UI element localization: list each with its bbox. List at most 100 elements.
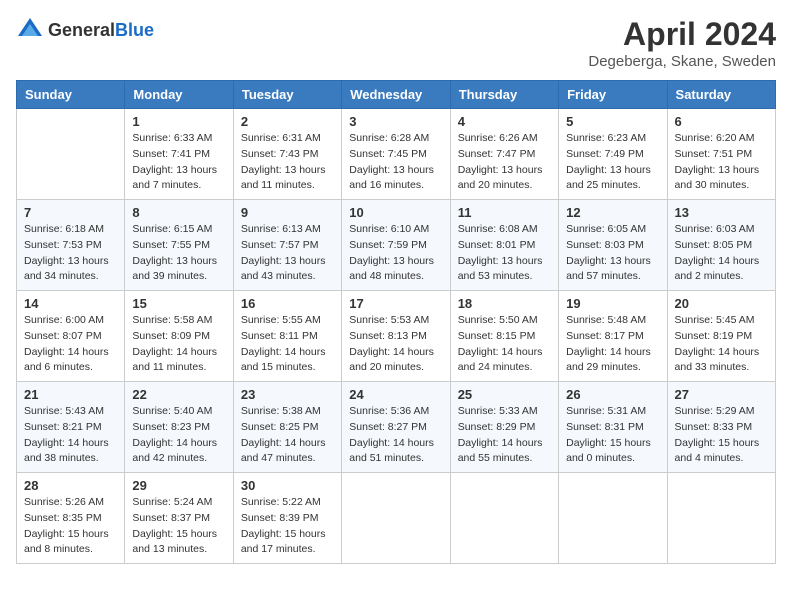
calendar-cell [559, 473, 667, 564]
day-number: 27 [675, 387, 768, 402]
day-info: Sunrise: 5:31 AM Sunset: 8:31 PM Dayligh… [566, 404, 659, 467]
weekday-header-wednesday: Wednesday [342, 81, 450, 109]
day-number: 29 [132, 478, 225, 493]
day-number: 7 [24, 205, 117, 220]
day-info: Sunrise: 5:58 AM Sunset: 8:09 PM Dayligh… [132, 313, 225, 376]
calendar-cell: 29 Sunrise: 5:24 AM Sunset: 8:37 PM Dayli… [125, 473, 233, 564]
day-info: Sunrise: 6:03 AM Sunset: 8:05 PM Dayligh… [675, 222, 768, 285]
day-info: Sunrise: 5:33 AM Sunset: 8:29 PM Dayligh… [458, 404, 551, 467]
logo: GeneralBlue [16, 16, 154, 44]
day-info: Sunrise: 6:23 AM Sunset: 7:49 PM Dayligh… [566, 131, 659, 194]
calendar-cell: 1 Sunrise: 6:33 AM Sunset: 7:41 PM Daylig… [125, 109, 233, 200]
calendar-cell: 30 Sunrise: 5:22 AM Sunset: 8:39 PM Dayli… [233, 473, 341, 564]
calendar-cell: 3 Sunrise: 6:28 AM Sunset: 7:45 PM Daylig… [342, 109, 450, 200]
day-number: 17 [349, 296, 442, 311]
day-number: 5 [566, 114, 659, 129]
calendar-header: SundayMondayTuesdayWednesdayThursdayFrid… [17, 81, 776, 109]
calendar-week-row: 1 Sunrise: 6:33 AM Sunset: 7:41 PM Daylig… [17, 109, 776, 200]
day-info: Sunrise: 6:18 AM Sunset: 7:53 PM Dayligh… [24, 222, 117, 285]
day-info: Sunrise: 5:22 AM Sunset: 8:39 PM Dayligh… [241, 495, 334, 558]
weekday-header-tuesday: Tuesday [233, 81, 341, 109]
day-info: Sunrise: 6:13 AM Sunset: 7:57 PM Dayligh… [241, 222, 334, 285]
calendar-cell [17, 109, 125, 200]
calendar-cell: 12Sunrise: 6:05 AM Sunset: 8:03 PM Dayli… [559, 200, 667, 291]
day-info: Sunrise: 5:36 AM Sunset: 8:27 PM Dayligh… [349, 404, 442, 467]
day-info: Sunrise: 6:33 AM Sunset: 7:41 PM Dayligh… [132, 131, 225, 194]
day-number: 15 [132, 296, 225, 311]
calendar-cell: 10 Sunrise: 6:10 AM Sunset: 7:59 PM Dayli… [342, 200, 450, 291]
calendar-cell [342, 473, 450, 564]
calendar-cell: 25 Sunrise: 5:33 AM Sunset: 8:29 PM Dayli… [450, 382, 558, 473]
day-info: Sunrise: 5:38 AM Sunset: 8:25 PM Dayligh… [241, 404, 334, 467]
logo-blue-text: Blue [115, 20, 154, 40]
calendar-cell: 14Sunrise: 6:00 AM Sunset: 8:07 PM Dayli… [17, 291, 125, 382]
day-number: 30 [241, 478, 334, 493]
day-number: 4 [458, 114, 551, 129]
day-number: 24 [349, 387, 442, 402]
day-number: 11 [458, 205, 551, 220]
day-number: 21 [24, 387, 117, 402]
logo-icon [16, 16, 44, 44]
day-info: Sunrise: 5:29 AM Sunset: 8:33 PM Dayligh… [675, 404, 768, 467]
weekday-header-saturday: Saturday [667, 81, 775, 109]
weekday-header-thursday: Thursday [450, 81, 558, 109]
calendar-cell: 18Sunrise: 5:50 AM Sunset: 8:15 PM Dayli… [450, 291, 558, 382]
calendar-cell: 5 Sunrise: 6:23 AM Sunset: 7:49 PM Daylig… [559, 109, 667, 200]
day-number: 20 [675, 296, 768, 311]
calendar-cell: 26 Sunrise: 5:31 AM Sunset: 8:31 PM Dayli… [559, 382, 667, 473]
day-number: 8 [132, 205, 225, 220]
day-info: Sunrise: 6:26 AM Sunset: 7:47 PM Dayligh… [458, 131, 551, 194]
title-block: April 2024 Degeberga, Skane, Sweden [588, 16, 776, 70]
calendar-cell: 17 Sunrise: 5:53 AM Sunset: 8:13 PM Dayli… [342, 291, 450, 382]
day-number: 3 [349, 114, 442, 129]
day-info: Sunrise: 5:48 AM Sunset: 8:17 PM Dayligh… [566, 313, 659, 376]
day-number: 9 [241, 205, 334, 220]
calendar-cell: 23 Sunrise: 5:38 AM Sunset: 8:25 PM Dayli… [233, 382, 341, 473]
page-header: GeneralBlue April 2024 Degeberga, Skane,… [16, 16, 776, 70]
day-info: Sunrise: 5:45 AM Sunset: 8:19 PM Dayligh… [675, 313, 768, 376]
calendar-cell: 20 Sunrise: 5:45 AM Sunset: 8:19 PM Dayli… [667, 291, 775, 382]
calendar-cell: 2Sunrise: 6:31 AM Sunset: 7:43 PM Daylig… [233, 109, 341, 200]
calendar-cell: 8Sunrise: 6:15 AM Sunset: 7:55 PM Daylig… [125, 200, 233, 291]
calendar-cell: 16 Sunrise: 5:55 AM Sunset: 8:11 PM Dayli… [233, 291, 341, 382]
calendar-body: 1 Sunrise: 6:33 AM Sunset: 7:41 PM Daylig… [17, 109, 776, 564]
day-info: Sunrise: 6:08 AM Sunset: 8:01 PM Dayligh… [458, 222, 551, 285]
weekday-header-sunday: Sunday [17, 81, 125, 109]
calendar-cell: 7 Sunrise: 6:18 AM Sunset: 7:53 PM Daylig… [17, 200, 125, 291]
day-info: Sunrise: 5:55 AM Sunset: 8:11 PM Dayligh… [241, 313, 334, 376]
calendar-cell: 21 Sunrise: 5:43 AM Sunset: 8:21 PM Dayli… [17, 382, 125, 473]
calendar-table: SundayMondayTuesdayWednesdayThursdayFrid… [16, 80, 776, 564]
day-info: Sunrise: 6:31 AM Sunset: 7:43 PM Dayligh… [241, 131, 334, 194]
month-title: April 2024 [588, 16, 776, 53]
day-number: 19 [566, 296, 659, 311]
day-info: Sunrise: 6:10 AM Sunset: 7:59 PM Dayligh… [349, 222, 442, 285]
day-number: 18 [458, 296, 551, 311]
day-info: Sunrise: 6:20 AM Sunset: 7:51 PM Dayligh… [675, 131, 768, 194]
day-info: Sunrise: 5:53 AM Sunset: 8:13 PM Dayligh… [349, 313, 442, 376]
weekday-header-row: SundayMondayTuesdayWednesdayThursdayFrid… [17, 81, 776, 109]
day-number: 22 [132, 387, 225, 402]
day-number: 1 [132, 114, 225, 129]
day-number: 23 [241, 387, 334, 402]
weekday-header-friday: Friday [559, 81, 667, 109]
day-info: Sunrise: 5:43 AM Sunset: 8:21 PM Dayligh… [24, 404, 117, 467]
day-number: 16 [241, 296, 334, 311]
day-number: 26 [566, 387, 659, 402]
day-info: Sunrise: 5:24 AM Sunset: 8:37 PM Dayligh… [132, 495, 225, 558]
day-number: 6 [675, 114, 768, 129]
day-info: Sunrise: 6:28 AM Sunset: 7:45 PM Dayligh… [349, 131, 442, 194]
day-number: 13 [675, 205, 768, 220]
day-number: 10 [349, 205, 442, 220]
calendar-cell: 9 Sunrise: 6:13 AM Sunset: 7:57 PM Daylig… [233, 200, 341, 291]
day-info: Sunrise: 6:00 AM Sunset: 8:07 PM Dayligh… [24, 313, 117, 376]
day-info: Sunrise: 6:05 AM Sunset: 8:03 PM Dayligh… [566, 222, 659, 285]
calendar-week-row: 7 Sunrise: 6:18 AM Sunset: 7:53 PM Daylig… [17, 200, 776, 291]
location-title: Degeberga, Skane, Sweden [588, 53, 776, 70]
calendar-cell: 19 Sunrise: 5:48 AM Sunset: 8:17 PM Dayli… [559, 291, 667, 382]
calendar-week-row: 14Sunrise: 6:00 AM Sunset: 8:07 PM Dayli… [17, 291, 776, 382]
calendar-cell: 24 Sunrise: 5:36 AM Sunset: 8:27 PM Dayli… [342, 382, 450, 473]
day-number: 28 [24, 478, 117, 493]
day-number: 25 [458, 387, 551, 402]
calendar-cell: 27 Sunrise: 5:29 AM Sunset: 8:33 PM Dayli… [667, 382, 775, 473]
day-info: Sunrise: 5:40 AM Sunset: 8:23 PM Dayligh… [132, 404, 225, 467]
